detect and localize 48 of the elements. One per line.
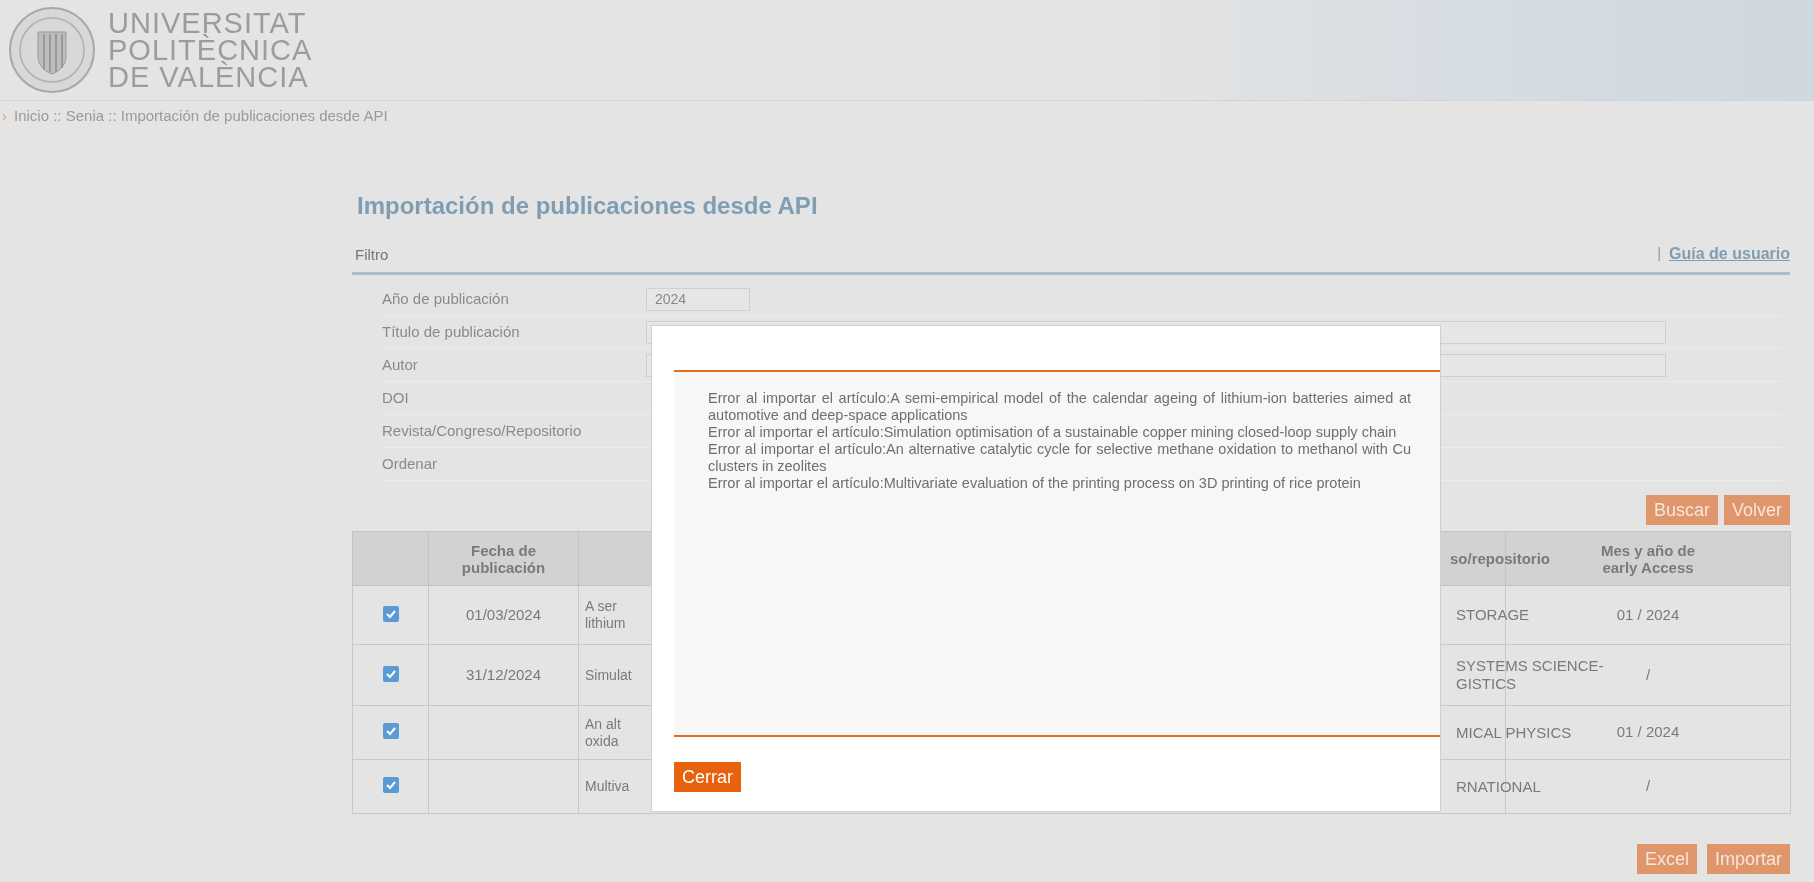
- user-guide-link[interactable]: Guía de usuario: [1669, 242, 1790, 266]
- table-cell: SYSTEMS SCIENCE-: [1456, 657, 1604, 674]
- error-message: Error al importar el artículo:Multivariate evaluation of the printing process on 3D printing of rice protein: [708, 475, 1362, 492]
- table-cell: Simulat: [585, 666, 632, 683]
- table-cell: A ser: [585, 598, 617, 614]
- table-cell: Multiva: [585, 778, 630, 794]
- filter-label: Año de publicación: [382, 288, 510, 309]
- column-header: Fecha de publicación: [461, 541, 546, 576]
- close-button[interactable]: Cerrar: [674, 762, 741, 792]
- table-cell: 01 / 2024: [1616, 605, 1680, 623]
- error-message: Error al importar el artículo:Simulation optimisation of a sustainable copper mining closed-loop supply chain: [708, 424, 1398, 441]
- action-button[interactable]: Excel: [1636, 844, 1697, 874]
- table-cell: MICAL PHYSICS: [1456, 723, 1572, 741]
- breadcrumb: Inicio :: Senia :: Importación de publicaciones desde API: [14, 106, 388, 127]
- column-header: Mes y año de early Access: [1600, 541, 1696, 576]
- table-cell: 31/12/2024: [465, 665, 542, 683]
- table-cell: 01 / 2024: [1616, 723, 1680, 741]
- separator: |: [1657, 243, 1662, 263]
- error-message: Error al importar el artículo:An alternative catalytic cycle for selective methane oxidation to methanol with Cu clusters in zeolites: [708, 441, 1411, 475]
- checkbox[interactable]: [382, 665, 399, 682]
- checkbox[interactable]: [382, 605, 399, 622]
- table-cell: 01/03/2024: [465, 605, 542, 623]
- university-name: DE VALÈNCIA: [108, 63, 310, 91]
- table-cell: RNATIONAL: [1456, 777, 1541, 795]
- filter-label: Revista/Congreso/Repositorio: [382, 420, 583, 441]
- filter-label: DOI: [382, 387, 410, 408]
- table-cell: GISTICS: [1456, 675, 1516, 692]
- table-cell: /: [1645, 777, 1651, 795]
- checkbox[interactable]: [382, 723, 399, 740]
- table-cell: oxida: [585, 732, 619, 749]
- filter-heading: Filtro: [355, 244, 389, 265]
- chevron-icon: ›: [2, 105, 12, 128]
- table-cell: STORAGE: [1456, 606, 1530, 623]
- table-cell: /: [1645, 665, 1651, 683]
- filter-label: Ordenar: [382, 453, 439, 474]
- page-title: Importación de publicaciones desde API: [357, 191, 818, 221]
- table-cell: lithium: [585, 615, 626, 631]
- error-message: Error al importar el artículo:A semi-empirical model of the calendar ageing of lithium-ion batteries aimed at automotive and deep-space applications: [708, 390, 1411, 424]
- university-seal-icon: [8, 6, 96, 94]
- action-button[interactable]: Buscar: [1645, 495, 1718, 525]
- action-button[interactable]: Importar: [1706, 844, 1790, 874]
- table-cell: An alt: [585, 715, 621, 732]
- checkbox[interactable]: [382, 777, 399, 794]
- action-button[interactable]: Volver: [1723, 495, 1790, 525]
- filter-label: Autor: [382, 354, 419, 375]
- column-header: so/repositorio: [1450, 550, 1550, 567]
- input-field[interactable]: 2024: [646, 287, 750, 311]
- filter-label: Título de publicación: [382, 321, 521, 342]
